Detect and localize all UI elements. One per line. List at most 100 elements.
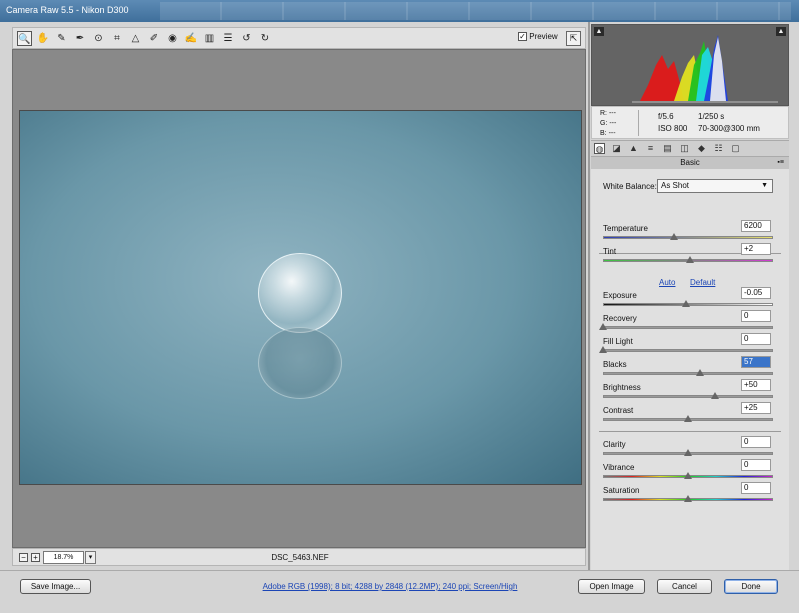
g-label: G: bbox=[600, 120, 608, 127]
temperature-slider-thumb[interactable] bbox=[670, 233, 679, 240]
aperture: f/5.6 bbox=[658, 112, 674, 121]
color-sampler-tool-icon[interactable]: ✒ bbox=[73, 31, 88, 46]
basic-tab-icon[interactable]: ◍ bbox=[594, 143, 605, 154]
default-link[interactable]: Default bbox=[690, 278, 715, 287]
preferences-icon[interactable]: ☰ bbox=[221, 31, 236, 46]
right-panel: ▲ ▲ R: --- G: --- B: --- f/5.6 1/250 s IS… bbox=[591, 22, 789, 570]
brightness-slider-thumb[interactable] bbox=[711, 392, 720, 399]
saturation-label: Saturation bbox=[603, 486, 640, 495]
zoom-tool-icon[interactable]: 🔍 bbox=[17, 31, 32, 46]
temperature-slider-track[interactable] bbox=[603, 236, 773, 239]
clarity-slider-thumb[interactable] bbox=[684, 449, 692, 456]
brightness-slider-track[interactable] bbox=[603, 395, 773, 398]
fill-light-slider-track[interactable] bbox=[603, 349, 773, 352]
blacks-slider-track[interactable] bbox=[603, 372, 773, 375]
toolbar: 🔍 ✋ ✎ ✒ ⊙ ⌗ △ ✐ ◉ ✍ ▥ ☰ ↺ ↻ ✓ Preview ⇱ bbox=[12, 27, 586, 49]
chevron-down-icon: ▼ bbox=[761, 182, 768, 189]
iso: ISO 800 bbox=[658, 124, 688, 133]
vibrance-slider-thumb[interactable] bbox=[684, 472, 692, 479]
white-balance-label: White Balance: bbox=[603, 182, 657, 191]
clarity-label: Clarity bbox=[603, 440, 626, 449]
exposure-label: Exposure bbox=[603, 291, 637, 300]
preview-status-bar: − + 18.7% ▾ DSC_5463.NEF bbox=[12, 548, 586, 566]
fill-light-value-field[interactable]: 0 bbox=[741, 333, 771, 345]
snapshots-tab-icon[interactable]: ▢ bbox=[730, 143, 741, 154]
recovery-slider-thumb[interactable] bbox=[599, 323, 607, 330]
presets-tab-icon[interactable]: ☷ bbox=[713, 143, 724, 154]
blacks-label: Blacks bbox=[603, 360, 627, 369]
open-image-button[interactable]: Open Image bbox=[578, 579, 645, 594]
workflow-options-link[interactable]: Adobe RGB (1998); 8 bit; 4288 by 2848 (1… bbox=[190, 582, 590, 591]
saturation-slider-thumb[interactable] bbox=[684, 495, 692, 502]
hsl-tab-icon[interactable]: ≡ bbox=[645, 143, 656, 154]
lens-corrections-tab-icon[interactable]: ◫ bbox=[679, 143, 690, 154]
vibrance-value-field[interactable]: 0 bbox=[741, 459, 771, 471]
image-preview-area[interactable] bbox=[12, 49, 586, 548]
crop-tool-icon[interactable]: ⌗ bbox=[110, 31, 125, 46]
contrast-slider-row: Contrast +25 bbox=[591, 402, 789, 428]
preview-checkbox[interactable]: ✓ bbox=[518, 32, 527, 42]
save-image-button[interactable]: Save Image... bbox=[20, 579, 91, 594]
rotate-ccw-icon[interactable]: ↺ bbox=[239, 31, 254, 46]
preview-label: Preview bbox=[529, 32, 558, 41]
panel-menu-icon[interactable]: ▪≡ bbox=[777, 157, 784, 169]
r-label: R: bbox=[600, 110, 607, 117]
histogram-graph bbox=[632, 35, 778, 103]
split-toning-tab-icon[interactable]: ▤ bbox=[662, 143, 673, 154]
white-balance-value: As Shot bbox=[661, 181, 690, 190]
blacks-slider-thumb[interactable] bbox=[695, 369, 704, 376]
fullscreen-toggle-icon[interactable]: ⇱ bbox=[566, 31, 581, 46]
panel-header: Basic ▪≡ bbox=[591, 157, 789, 169]
section-divider bbox=[599, 431, 781, 432]
recovery-value-field[interactable]: 0 bbox=[741, 310, 771, 322]
lens: 70-300@300 mm bbox=[698, 124, 760, 133]
graduated-filter-icon[interactable]: ▥ bbox=[202, 31, 217, 46]
contrast-value-field[interactable]: +25 bbox=[741, 402, 771, 414]
vibrance-label: Vibrance bbox=[603, 463, 635, 472]
recovery-slider-track[interactable] bbox=[603, 326, 773, 329]
spot-removal-tool-icon[interactable]: ✐ bbox=[147, 31, 162, 46]
blacks-value-field[interactable]: 57 bbox=[741, 356, 771, 368]
clarity-value-field[interactable]: 0 bbox=[741, 436, 771, 448]
shutter-speed: 1/250 s bbox=[698, 112, 725, 121]
detail-tab-icon[interactable]: ▲ bbox=[628, 143, 639, 154]
exposure-slider-thumb[interactable] bbox=[682, 300, 691, 307]
panel-divider bbox=[588, 22, 590, 570]
g-value: --- bbox=[609, 120, 617, 127]
fill-light-slider-thumb[interactable] bbox=[599, 346, 607, 353]
r-value: --- bbox=[608, 110, 616, 117]
contrast-slider-thumb[interactable] bbox=[684, 415, 692, 422]
white-balance-tool-icon[interactable]: ✎ bbox=[54, 31, 69, 46]
tone-curve-tab-icon[interactable]: ◪ bbox=[611, 143, 622, 154]
straighten-tool-icon[interactable]: △ bbox=[128, 31, 143, 46]
title-bar: Camera Raw 5.5 - Nikon D300 bbox=[0, 0, 799, 22]
target-adjustment-tool-icon[interactable]: ⊙ bbox=[91, 31, 106, 46]
auto-link[interactable]: Auto bbox=[659, 278, 675, 287]
cancel-button[interactable]: Cancel bbox=[657, 579, 712, 594]
tint-value-field[interactable]: +2 bbox=[741, 243, 771, 255]
exposure-value-field[interactable]: -0.05 bbox=[741, 287, 771, 299]
done-button[interactable]: Done bbox=[724, 579, 778, 594]
photo-preview[interactable] bbox=[19, 110, 582, 485]
preview-toggle[interactable]: ✓ Preview bbox=[518, 32, 558, 42]
white-balance-select[interactable]: As Shot ▼ bbox=[657, 179, 773, 193]
tint-slider-thumb[interactable] bbox=[685, 256, 694, 263]
tint-label: Tint bbox=[603, 247, 617, 256]
histogram: ▲ ▲ bbox=[591, 24, 789, 106]
taskbar-thumbnails bbox=[160, 2, 791, 20]
saturation-slider-row: Saturation 0 bbox=[591, 482, 789, 508]
red-eye-tool-icon[interactable]: ◉ bbox=[165, 31, 180, 46]
rotate-cw-icon[interactable]: ↻ bbox=[258, 31, 273, 46]
rgb-readout: R: --- G: --- B: --- bbox=[600, 109, 616, 139]
bubble-reflection bbox=[258, 327, 342, 399]
brightness-label: Brightness bbox=[603, 383, 641, 392]
saturation-value-field[interactable]: 0 bbox=[741, 482, 771, 494]
adjustment-brush-icon[interactable]: ✍ bbox=[184, 31, 199, 46]
temperature-value-field[interactable]: 6200 bbox=[741, 220, 771, 232]
panel-title: Basic bbox=[680, 158, 700, 167]
soap-bubble bbox=[258, 253, 342, 333]
camera-calibration-tab-icon[interactable]: ◆ bbox=[696, 143, 707, 154]
brightness-value-field[interactable]: +50 bbox=[741, 379, 771, 391]
basic-panel: White Balance: As Shot ▼ Auto Default Te… bbox=[591, 169, 789, 570]
hand-tool-icon[interactable]: ✋ bbox=[36, 31, 51, 46]
